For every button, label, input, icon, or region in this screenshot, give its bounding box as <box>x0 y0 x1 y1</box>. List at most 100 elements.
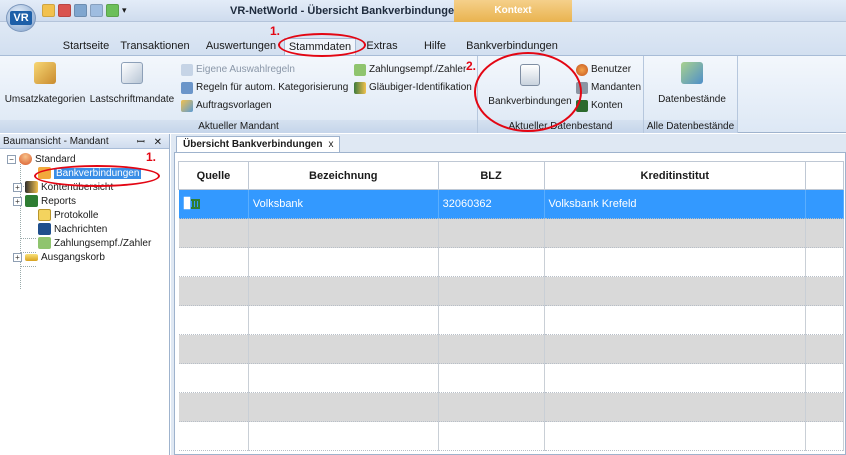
table-row[interactable] <box>178 305 844 335</box>
outbox-icon <box>25 253 38 261</box>
tab-auswertungen[interactable]: Auswertungen <box>204 38 278 56</box>
table-row[interactable] <box>178 363 844 393</box>
tree-node-zahlungsempf-label: Zahlungsempf./Zahler <box>54 237 152 249</box>
ribbon-group-alle-datenbestaende: Datenbestände Alle Datenbestände <box>644 56 738 133</box>
umsatzkategorien-label: Umsatzkategorien <box>4 94 86 105</box>
ribbon-group-aktueller-datenbestand: Bankverbindungen Benutzer Mandanten Kont… <box>478 56 644 133</box>
table-row[interactable] <box>178 218 844 248</box>
table-row[interactable] <box>178 247 844 277</box>
bankverbindungen-ribbon-button[interactable]: Bankverbindungen <box>484 60 576 107</box>
tree-pane-title: Baumansicht - Mandant <box>3 135 109 147</box>
print-icon[interactable] <box>74 4 87 17</box>
tab-stammdaten[interactable]: Stammdaten <box>284 38 356 56</box>
transfer-icon[interactable] <box>106 4 119 17</box>
konten-button[interactable]: Konten <box>576 98 623 113</box>
bankverbindungen-ribbon-label: Bankverbindungen <box>488 96 572 107</box>
glaeubiger-identifikation-button[interactable]: Gläubiger-Identifikation <box>354 80 472 95</box>
window-title: VR-NetWorld - Übersicht Bankverbindungen <box>230 5 461 17</box>
regeln-kategorisierung-button[interactable]: Regeln für autom. Kategorisierung <box>181 80 348 95</box>
tree-node-zahlungsempf[interactable]: Zahlungsempf./Zahler <box>38 236 151 250</box>
tree-node-bankverbindungen-label: Bankverbindungen <box>54 167 142 179</box>
column-header-quelle[interactable]: Quelle <box>178 161 249 190</box>
group-label-alle-datenbestaende: Alle Datenbestände <box>644 120 737 133</box>
tab-extras[interactable]: Extras <box>362 38 402 56</box>
rules-icon <box>181 63 193 76</box>
column-header-kreditinstitut[interactable]: Kreditinstitut <box>543 161 807 190</box>
group-label-aktueller-mandant: Aktueller Mandant <box>0 120 477 133</box>
expand-icon[interactable]: + <box>13 196 22 206</box>
app-logo-text: VR <box>10 11 32 25</box>
tab-transaktionen[interactable]: Transaktionen <box>118 38 192 56</box>
umsatzkategorien-button[interactable]: Umsatzkategorien <box>4 60 86 105</box>
pane-controls[interactable]: ꟷ ✕ <box>137 134 165 148</box>
bank-connections-table: Quelle Bezeichnung BLZ Kreditinstitut Vo… <box>178 161 844 451</box>
column-header-blz[interactable]: BLZ <box>437 161 545 190</box>
column-header-extra <box>805 161 844 190</box>
annotation-step-2: 2. <box>466 59 477 73</box>
tree-node-reports[interactable]: + Reports <box>13 194 76 208</box>
datenbestaende-label: Datenbestände <box>658 94 726 105</box>
cell-extra <box>805 189 844 219</box>
qat-dropdown-icon[interactable]: ▾ <box>122 4 127 17</box>
tab-bankverbindungen[interactable]: Bankverbindungen <box>466 38 558 56</box>
categories-icon <box>34 62 56 84</box>
preview-icon[interactable] <box>90 4 103 17</box>
annotation-step-1-tree: 1. <box>146 150 157 164</box>
tree-node-reports-label: Reports <box>41 195 77 207</box>
mandate-icon <box>121 62 143 84</box>
expand-icon[interactable]: + <box>13 252 22 262</box>
database-icon <box>681 62 703 84</box>
tab-uebersicht-bankverbindungen[interactable]: Übersicht Bankverbindungen x <box>176 136 341 152</box>
cell-blz: 32060362 <box>438 189 545 219</box>
expand-icon[interactable]: + <box>13 182 22 192</box>
cell-bezeichnung: Volksbank <box>248 189 439 219</box>
mandanten-icon <box>576 81 588 94</box>
tab-startseite[interactable]: Startseite <box>56 38 116 56</box>
zahlungsempf-button[interactable]: Zahlungsempf./Zahler <box>354 62 466 77</box>
user-icon[interactable] <box>42 4 55 17</box>
accounts-overview-icon <box>25 181 38 193</box>
cell-quelle <box>178 189 249 219</box>
table-row[interactable]: Volksbank 32060362 Volksbank Krefeld <box>178 189 844 219</box>
eigene-auswahlregeln-button[interactable]: Eigene Auswahlregeln <box>181 62 295 77</box>
close-icon[interactable]: x <box>328 137 333 152</box>
tree-node-protokolle[interactable]: Protokolle <box>38 208 98 222</box>
tree-node-kontenuebersicht[interactable]: + Kontenübersicht <box>13 180 113 194</box>
collapse-icon[interactable]: − <box>7 154 16 164</box>
tree-node-standard-label: Standard <box>35 153 76 165</box>
user-icon <box>576 63 588 76</box>
reports-icon <box>25 195 38 207</box>
tab-hilfe[interactable]: Hilfe <box>418 38 452 56</box>
lastschriftmandate-button[interactable]: Lastschriftmandate <box>86 60 178 105</box>
context-tab: Kontext <box>454 0 572 22</box>
datenbestaende-button[interactable]: Datenbestände <box>652 60 732 105</box>
table-row[interactable] <box>178 421 844 451</box>
column-header-bezeichnung[interactable]: Bezeichnung <box>247 161 439 190</box>
table-row[interactable] <box>178 334 844 364</box>
tree-node-standard[interactable]: − Standard <box>7 152 76 166</box>
app-logo[interactable]: VR <box>6 4 36 32</box>
bank-source-icon <box>183 195 200 211</box>
zahlungsempf-label: Zahlungsempf./Zahler <box>369 64 467 75</box>
benutzer-button[interactable]: Benutzer <box>576 62 631 77</box>
tree-node-bankverbindungen[interactable]: Bankverbindungen <box>38 166 142 180</box>
person-icon <box>19 153 32 165</box>
lastschriftmandate-label: Lastschriftmandate <box>89 94 175 105</box>
log-icon <box>38 209 51 221</box>
title-bar: VR ▾ VR-NetWorld - Übersicht Bankverbind… <box>0 0 846 32</box>
refresh-icon[interactable] <box>58 4 71 17</box>
messages-icon <box>38 223 51 235</box>
auftragsvorlagen-button[interactable]: Auftragsvorlagen <box>181 98 272 113</box>
table-row[interactable] <box>178 392 844 422</box>
auftragsvorlagen-label: Auftragsvorlagen <box>196 100 272 111</box>
templates-icon <box>181 99 193 112</box>
tree-node-nachrichten[interactable]: Nachrichten <box>38 222 107 236</box>
glaeubiger-identifikation-label: Gläubiger-Identifikation <box>369 82 472 93</box>
creditor-id-icon <box>354 81 366 94</box>
mandanten-label: Mandanten <box>591 82 642 93</box>
mandanten-button[interactable]: Mandanten <box>576 80 641 95</box>
tree-node-ausgangskorb[interactable]: + Ausgangskorb <box>13 250 105 264</box>
document-area: Übersicht Bankverbindungen x Quelle Beze… <box>171 134 846 455</box>
table-row[interactable] <box>178 276 844 306</box>
tree-node-protokolle-label: Protokolle <box>54 209 99 221</box>
